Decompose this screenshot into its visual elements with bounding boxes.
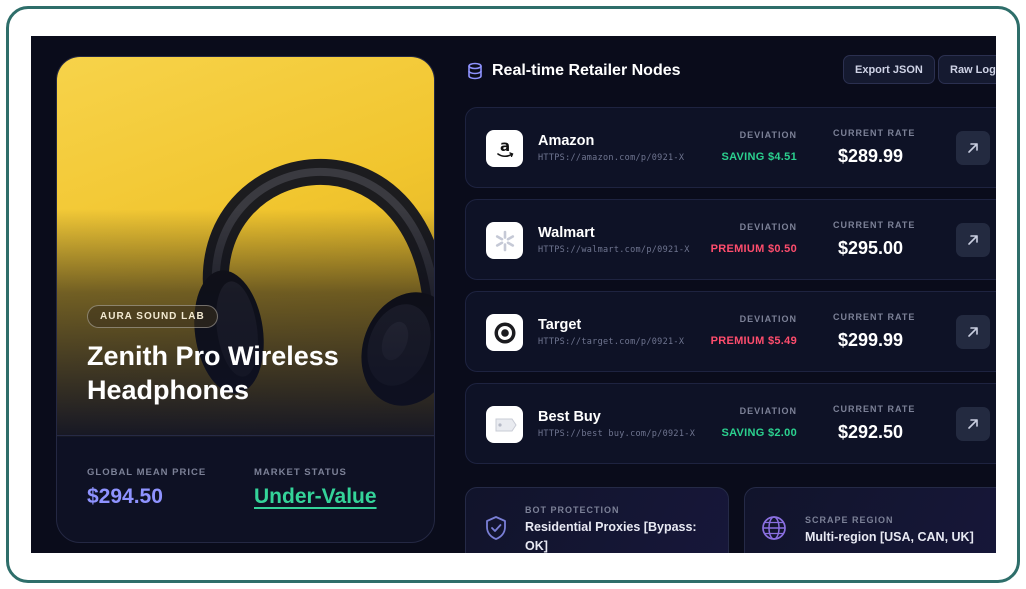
arrow-up-right-icon bbox=[968, 143, 978, 153]
target-bullseye-icon bbox=[486, 314, 523, 351]
retailer-row-walmart[interactable]: Walmart HTTPS://walmart.com/p/0921-X DEV… bbox=[465, 199, 996, 280]
deviation-label: DEVIATION bbox=[739, 314, 797, 324]
card-divider bbox=[57, 435, 434, 436]
open-link-button[interactable] bbox=[956, 131, 990, 165]
bot-protection-card: BOT PROTECTION Residential Proxies [Bypa… bbox=[465, 487, 729, 553]
deviation-value: PREMIUM $0.50 bbox=[710, 243, 797, 255]
bot-protection-label: BOT PROTECTION bbox=[525, 505, 620, 515]
retailer-name: Amazon bbox=[538, 133, 595, 149]
retailer-url: HTTPS://target.com/p/0921-X bbox=[538, 337, 685, 347]
arrow-up-right-icon bbox=[968, 419, 978, 429]
export-json-button[interactable]: Export JSON bbox=[843, 55, 935, 84]
retailer-row-best-buy[interactable]: Best Buy HTTPS://best buy.com/p/0921-X D… bbox=[465, 383, 996, 464]
retailer-name: Walmart bbox=[538, 225, 595, 241]
deviation-label: DEVIATION bbox=[739, 222, 797, 232]
shield-check-icon bbox=[486, 516, 506, 540]
deviation-value: PREMIUM $5.49 bbox=[710, 335, 797, 347]
market-status-label: MARKET STATUS bbox=[254, 467, 347, 478]
brand-badge: AURA SOUND LAB bbox=[87, 305, 218, 328]
panel-title: Real-time Retailer Nodes bbox=[492, 62, 681, 79]
retailer-name: Best Buy bbox=[538, 409, 601, 425]
current-rate-value: $295.00 bbox=[838, 238, 904, 258]
market-status-value[interactable]: Under-Value bbox=[254, 485, 377, 509]
scrape-region-value: Multi-region [USA, CAN, UK] bbox=[805, 530, 974, 544]
current-rate-label: CURRENT RATE bbox=[833, 404, 916, 414]
deviation-value: SAVING $4.51 bbox=[721, 151, 797, 163]
deviation-value: SAVING $2.00 bbox=[721, 427, 797, 439]
mean-price-label: GLOBAL MEAN PRICE bbox=[87, 467, 207, 478]
scrape-region-label: SCRAPE REGION bbox=[805, 515, 894, 525]
product-card: AURA SOUND LAB Zenith Pro Wireless Headp… bbox=[56, 56, 435, 543]
open-link-button[interactable] bbox=[956, 223, 990, 257]
retailer-row-amazon[interactable]: a Amazon HTTPS://amazon.com/p/0921-X DEV… bbox=[465, 107, 996, 188]
product-title: Zenith Pro Wireless Headphones bbox=[87, 341, 339, 405]
arrow-up-right-icon bbox=[968, 235, 978, 245]
raw-logs-button[interactable]: Raw Logs bbox=[938, 55, 996, 84]
arrow-up-right-icon bbox=[968, 327, 978, 337]
current-rate-label: CURRENT RATE bbox=[833, 220, 916, 230]
retailer-row-target[interactable]: Target HTTPS://target.com/p/0921-X DEVIA… bbox=[465, 291, 996, 372]
current-rate-label: CURRENT RATE bbox=[833, 312, 916, 322]
open-link-button[interactable] bbox=[956, 315, 990, 349]
database-icon bbox=[468, 62, 482, 80]
dashboard-viewport: AURA SOUND LAB Zenith Pro Wireless Headp… bbox=[31, 36, 996, 553]
open-link-button[interactable] bbox=[956, 407, 990, 441]
panel-header: Real-time Retailer Nodes bbox=[466, 58, 681, 84]
walmart-spark-icon bbox=[486, 222, 523, 259]
deviation-label: DEVIATION bbox=[739, 406, 797, 416]
globe-icon bbox=[762, 516, 786, 540]
amazon-logo-icon: a bbox=[486, 130, 523, 167]
current-rate-value: $292.50 bbox=[838, 422, 904, 442]
bestbuy-tag-icon bbox=[486, 406, 523, 443]
retailer-name: Target bbox=[538, 317, 582, 333]
current-rate-value: $299.99 bbox=[838, 330, 904, 350]
current-rate-label: CURRENT RATE bbox=[833, 128, 916, 138]
mean-price-value: $294.50 bbox=[87, 485, 163, 508]
retailer-url: HTTPS://amazon.com/p/0921-X bbox=[538, 153, 685, 163]
scrape-region-card: SCRAPE REGION Multi-region [USA, CAN, UK… bbox=[744, 487, 996, 553]
deviation-label: DEVIATION bbox=[739, 130, 797, 140]
svg-text:a: a bbox=[499, 137, 509, 155]
retailer-url: HTTPS://walmart.com/p/0921-X bbox=[538, 245, 690, 255]
bot-protection-value: Residential Proxies [Bypass: OK] bbox=[525, 520, 697, 553]
current-rate-value: $289.99 bbox=[838, 146, 904, 166]
retailer-url: HTTPS://best buy.com/p/0921-X bbox=[538, 429, 696, 439]
